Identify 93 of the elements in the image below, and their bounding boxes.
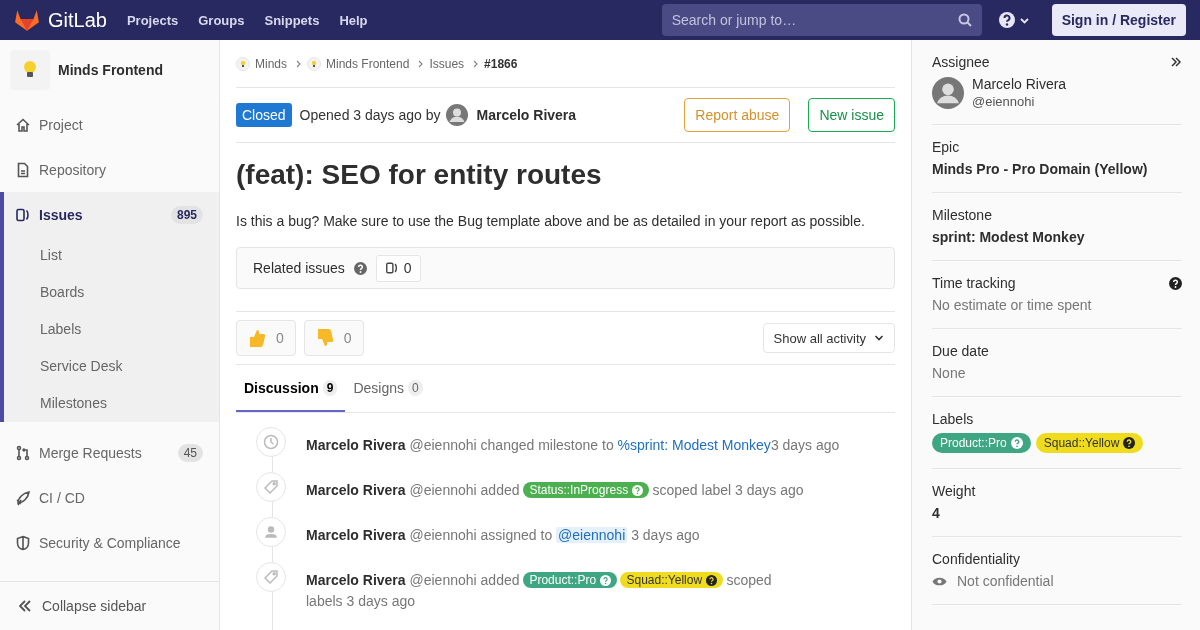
section-heading: Labels: [932, 411, 974, 427]
rocket-icon: [15, 489, 31, 506]
sidebar-item[interactable]: Security & Compliance: [0, 520, 219, 565]
issue-title: (feat): SEO for entity routes: [236, 159, 603, 191]
scoped-label[interactable]: Squad::Yellow: [620, 572, 724, 588]
help-dropdown-icon[interactable]: [997, 11, 1032, 29]
sidebar-item[interactable]: Repository: [0, 147, 219, 192]
clock-icon: [256, 427, 286, 457]
tag-icon: [256, 472, 286, 502]
search-field[interactable]: Search or jump to…: [661, 4, 982, 36]
nav-link[interactable]: Groups: [198, 12, 245, 28]
chevron-right-icon: [296, 59, 302, 68]
breadcrumb-link[interactable]: #1866: [484, 56, 518, 71]
breadcrumb-link[interactable]: Issues: [429, 56, 465, 71]
section-heading: Epic: [932, 139, 960, 155]
milestone-link[interactable]: %sprint: Modest Monkey: [617, 437, 771, 453]
activity-note: Marcelo Rivera @eiennohi changed milestone to %sprint: Modest Monkey3 days ago: [306, 436, 840, 455]
nav-link[interactable]: Snippets: [264, 12, 320, 28]
section-heading: Milestone: [932, 207, 992, 223]
section-value: Not confidential: [957, 573, 1054, 589]
section-heading: Confidentiality: [932, 551, 1020, 567]
related-issues-label: Related issues: [253, 260, 345, 276]
related-count-button[interactable]: 0: [375, 254, 421, 282]
assignee-name[interactable]: Marcelo Rivera: [972, 76, 1067, 92]
breadcrumb-link[interactable]: Minds: [255, 56, 287, 71]
logo-text[interactable]: GitLab: [48, 8, 107, 32]
section-value: 4: [932, 505, 941, 521]
tab[interactable]: Designs 0: [345, 365, 431, 412]
chevron-right-icon: [418, 59, 425, 68]
chevron-down-icon: [874, 334, 884, 342]
activity-note: Marcelo Rivera @eiennohi added Status::InProgress scoped label 3 days ago: [306, 481, 804, 500]
sidebar-item[interactable]: Merge Requests 45: [0, 430, 219, 475]
author-name[interactable]: Marcelo Rivera: [476, 107, 577, 123]
avatar: [446, 104, 469, 126]
eye-icon: [932, 575, 947, 587]
count-badge: 45: [177, 443, 203, 462]
opened-text: Opened 3 days ago by: [299, 107, 441, 123]
nav-link[interactable]: Help: [339, 12, 368, 28]
section-value: No estimate or time spent: [932, 297, 1093, 313]
sidebar-subitem[interactable]: Service Desk: [4, 348, 219, 385]
project-name[interactable]: Minds Frontend: [58, 62, 163, 78]
document-icon: [15, 161, 31, 178]
chevron-right-icon: [473, 59, 480, 68]
tag-icon: [256, 562, 286, 592]
user-mention-link[interactable]: @eiennohi: [556, 527, 628, 543]
sidebar-item[interactable]: Project: [0, 102, 219, 147]
section-heading: Due date: [932, 343, 989, 359]
double-chevron-icon: [18, 599, 32, 613]
lightbulb-icon: [307, 56, 321, 71]
thumbs-down-button[interactable]: 0: [303, 320, 364, 356]
section-heading: Assignee: [932, 54, 990, 70]
help-icon[interactable]: [1169, 276, 1182, 290]
breadcrumb-link[interactable]: Minds Frontend: [326, 56, 410, 71]
activity-note: Marcelo Rivera @eiennohi added Product::Pro Squad::Yellow scoped labels 3 days ago: [306, 571, 773, 611]
status-badge: Closed: [236, 103, 292, 127]
assignee-handle: @eiennohi: [972, 94, 1036, 109]
home-icon: [15, 116, 31, 133]
nav-link[interactable]: Projects: [126, 12, 179, 28]
shield-icon: [15, 534, 31, 551]
search-icon: [957, 13, 972, 27]
section-value: Minds Pro - Pro Domain (Yellow): [932, 161, 1149, 177]
sidebar-subitem[interactable]: Milestones: [4, 385, 219, 422]
help-icon[interactable]: [1123, 437, 1136, 449]
new-issue-button[interactable]: New issue: [808, 98, 895, 132]
activity-note: Marcelo Rivera @eiennohi assigned to @eiennohi 3 days ago: [306, 526, 700, 545]
thumbs-up-icon: [248, 328, 266, 348]
sidebar-subitem[interactable]: Boards: [4, 274, 219, 311]
issue-description: Is this a bug? Make sure to use the Bug template above and be as detailed in your report as possible.: [236, 213, 866, 229]
sign-in-button[interactable]: Sign in / Register: [1051, 4, 1186, 36]
issues-icon: [384, 261, 399, 275]
tab[interactable]: Discussion 9: [236, 365, 346, 412]
thumbs-down-icon: [315, 328, 334, 348]
lightbulb-icon: [10, 50, 50, 90]
issues-icon: [15, 206, 31, 223]
fox-logo-icon[interactable]: [14, 8, 40, 32]
activity-filter-dropdown[interactable]: Show all activity: [762, 323, 895, 353]
sidebar-item[interactable]: Issues 895: [4, 192, 219, 237]
sidebar-item[interactable]: CI / CD: [0, 475, 219, 520]
section-heading: Weight: [932, 483, 976, 499]
avatar: [932, 76, 964, 109]
thumbs-up-button[interactable]: 0: [236, 320, 296, 356]
sidebar-subitem[interactable]: List: [4, 237, 219, 274]
count-badge: 895: [170, 205, 203, 224]
section-heading: Time tracking: [932, 275, 1016, 291]
merge-request-icon: [15, 444, 31, 461]
person-icon: [256, 517, 286, 547]
expand-sidebar-icon[interactable]: [1170, 56, 1182, 68]
scoped-label[interactable]: Squad::Yellow: [1035, 433, 1144, 453]
help-icon[interactable]: [706, 574, 718, 586]
sidebar-subitem[interactable]: Labels: [4, 311, 219, 348]
section-value: None: [932, 365, 967, 381]
section-value: sprint: Modest Monkey: [932, 229, 1086, 245]
lightbulb-icon: [236, 56, 250, 71]
